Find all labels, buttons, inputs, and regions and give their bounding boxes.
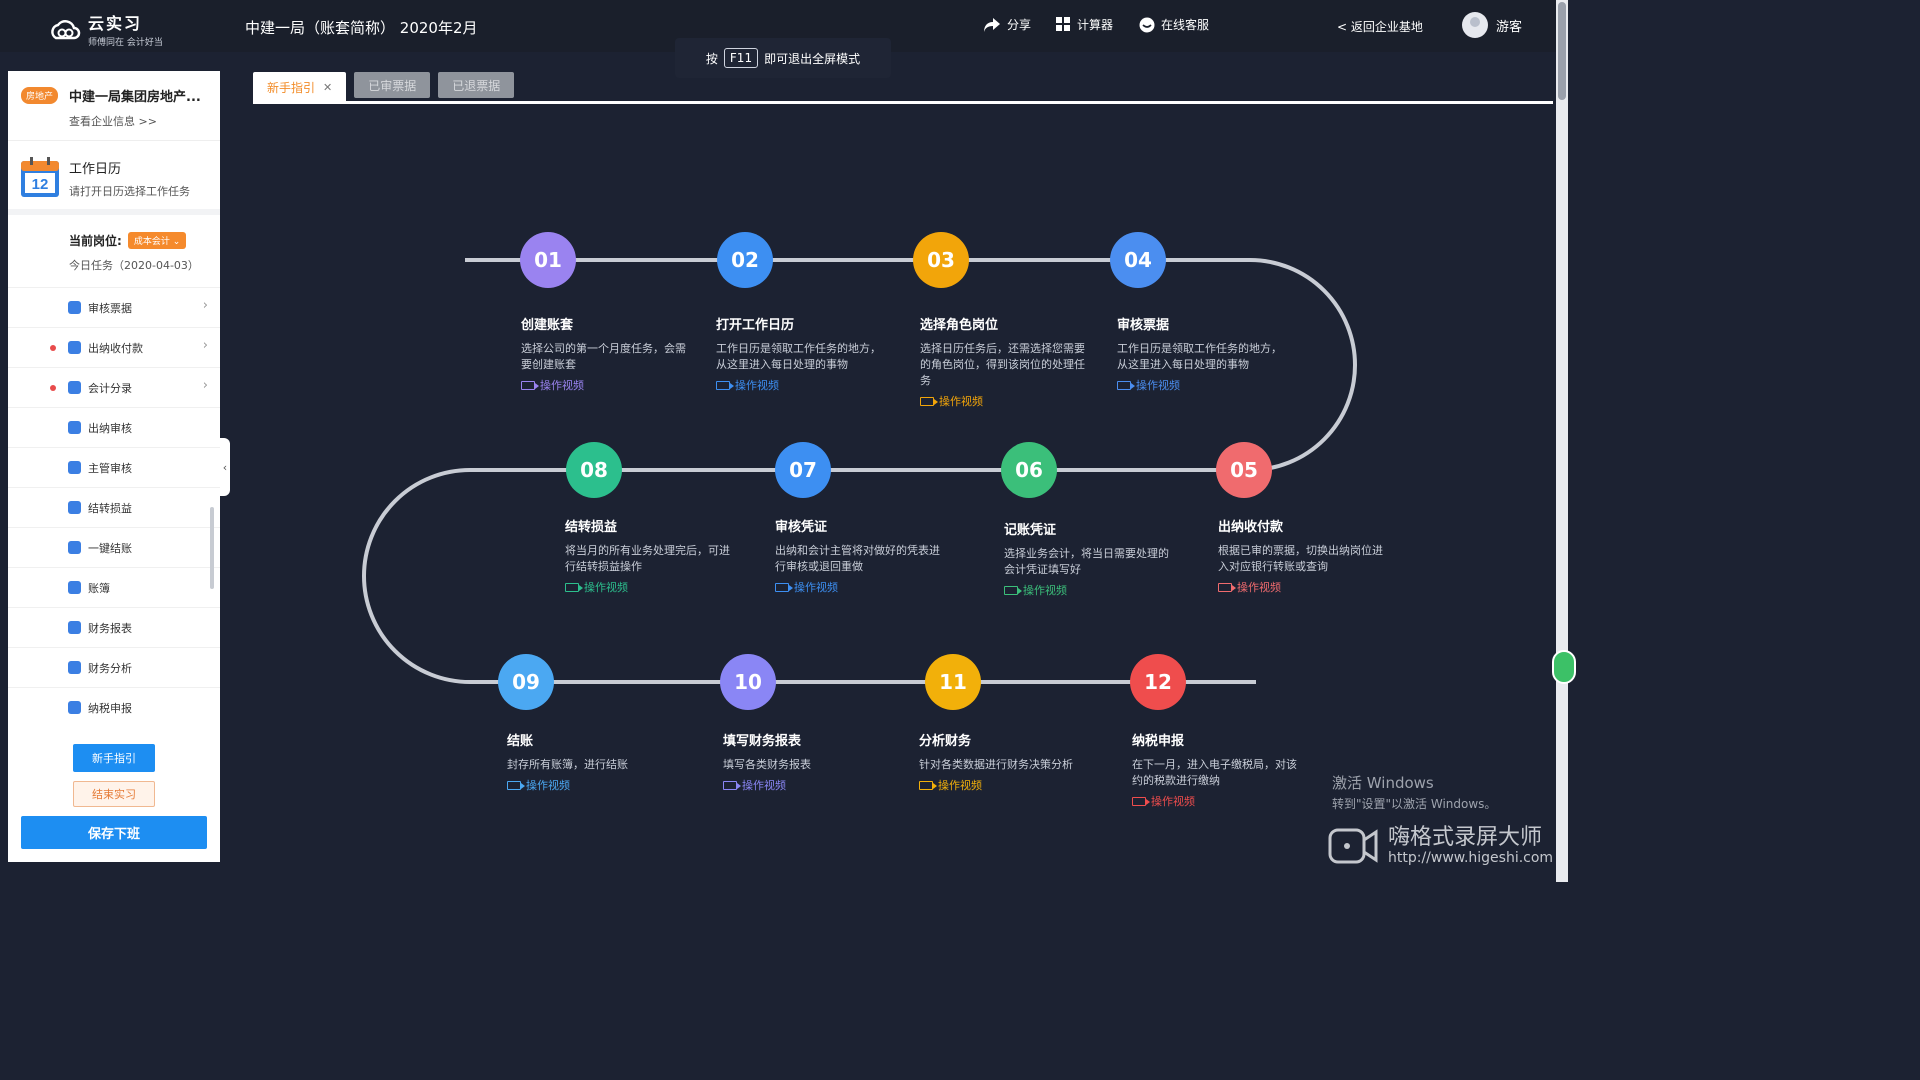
video-icon	[565, 582, 583, 592]
video-link-label: 操作视频	[1237, 581, 1281, 594]
step-card: 创建账套选择公司的第一个月度任务，会需要创建账套操作视频	[521, 314, 696, 393]
video-link[interactable]: 操作视频	[920, 393, 1095, 409]
video-link[interactable]: 操作视频	[1218, 579, 1383, 595]
step-description: 填写各类财务报表	[723, 758, 811, 771]
step-node: 08	[566, 442, 622, 498]
video-link[interactable]: 操作视频	[1132, 793, 1307, 809]
video-link-label: 操作视频	[742, 779, 786, 792]
windows-activation-watermark: 激活 Windows 转到"设置"以激活 Windows。	[1332, 772, 1496, 812]
video-icon	[1117, 380, 1135, 390]
step-title: 审核票据	[1117, 318, 1170, 333]
step-title: 填写财务报表	[723, 734, 802, 749]
step-node: 06	[1001, 442, 1057, 498]
step-description: 针对各类数据进行财务决策分析	[919, 758, 1073, 771]
step-card: 审核凭证出纳和会计主管将对做好的凭表进行审核或退回重做操作视频	[775, 516, 950, 595]
step-node: 11	[925, 654, 981, 710]
step-card: 结转损益将当月的所有业务处理完后，可进行结转损益操作操作视频	[565, 516, 740, 595]
floating-widget[interactable]	[1552, 650, 1576, 684]
step-node: 12	[1130, 654, 1186, 710]
step-title: 创建账套	[521, 318, 574, 333]
step-node: 05	[1216, 442, 1272, 498]
recorder-url: http://www.higeshi.com	[1388, 850, 1554, 866]
video-icon	[521, 380, 539, 390]
video-icon	[716, 380, 734, 390]
video-link[interactable]: 操作视频	[716, 377, 891, 393]
step-description: 选择业务会计，将当日需要处理的会计凭证填写好	[1004, 547, 1169, 576]
step-title: 打开工作日历	[716, 318, 795, 333]
video-icon	[723, 780, 741, 790]
step-description: 工作日历是领取工作任务的地方，从这里进入每日处理的事物	[1117, 342, 1282, 371]
video-link-label: 操作视频	[540, 379, 584, 392]
step-title: 分析财务	[919, 734, 972, 749]
step-description: 封存所有账簿，进行结账	[507, 758, 628, 771]
step-card: 出纳收付款根据已审的票据，切换出纳岗位进入对应银行转账或查询操作视频	[1218, 516, 1383, 595]
video-link[interactable]: 操作视频	[521, 377, 696, 393]
step-card: 结账封存所有账簿，进行结账操作视频	[507, 730, 682, 793]
video-link[interactable]: 操作视频	[1117, 377, 1292, 393]
step-node: 07	[775, 442, 831, 498]
video-link[interactable]: 操作视频	[1004, 582, 1179, 598]
video-icon	[507, 780, 525, 790]
step-title: 结转损益	[565, 520, 618, 535]
video-link[interactable]: 操作视频	[775, 579, 950, 595]
video-link[interactable]: 操作视频	[723, 777, 898, 793]
step-node: 09	[498, 654, 554, 710]
step-card: 记账凭证选择业务会计，将当日需要处理的会计凭证填写好操作视频	[1004, 519, 1179, 598]
step-description: 在下一月，进入电子缴税局，对该约的税款进行缴纳	[1132, 758, 1297, 787]
video-link-label: 操作视频	[794, 581, 838, 594]
video-link-label: 操作视频	[939, 395, 983, 408]
video-link-label: 操作视频	[938, 779, 982, 792]
step-title: 记账凭证	[1004, 523, 1057, 538]
video-link-label: 操作视频	[526, 779, 570, 792]
step-title: 审核凭证	[775, 520, 828, 535]
step-node: 04	[1110, 232, 1166, 288]
step-card: 打开工作日历工作日历是领取工作任务的地方，从这里进入每日处理的事物操作视频	[716, 314, 891, 393]
step-description: 根据已审的票据，切换出纳岗位进入对应银行转账或查询	[1218, 544, 1383, 573]
step-card: 分析财务针对各类数据进行财务决策分析操作视频	[919, 730, 1094, 793]
step-card: 选择角色岗位选择日历任务后，还需选择您需要的角色岗位，得到该岗位的处理任务操作视…	[920, 314, 1095, 409]
video-link[interactable]: 操作视频	[507, 777, 682, 793]
video-link-label: 操作视频	[1151, 795, 1195, 808]
activation-line2: 转到"设置"以激活 Windows。	[1332, 797, 1497, 811]
video-icon	[775, 582, 793, 592]
step-description: 工作日历是领取工作任务的地方，从这里进入每日处理的事物	[716, 342, 881, 371]
step-node: 10	[720, 654, 776, 710]
recorder-brand: 嗨格式录屏大师	[1388, 825, 1543, 850]
step-description: 出纳和会计主管将对做好的凭表进行审核或退回重做	[775, 544, 940, 573]
step-title: 结账	[507, 734, 534, 749]
activation-line1: 激活 Windows	[1332, 774, 1434, 792]
step-title: 选择角色岗位	[920, 318, 999, 333]
step-title: 出纳收付款	[1218, 520, 1284, 535]
video-icon	[920, 396, 938, 406]
step-node: 02	[717, 232, 773, 288]
recorder-watermark: 嗨格式录屏大师 http://www.higeshi.com	[1328, 826, 1553, 866]
step-card: 纳税申报在下一月，进入电子缴税局，对该约的税款进行缴纳操作视频	[1132, 730, 1307, 809]
video-icon	[1218, 582, 1236, 592]
video-link-label: 操作视频	[1023, 584, 1067, 597]
step-node: 01	[520, 232, 576, 288]
step-description: 将当月的所有业务处理完后，可进行结转损益操作	[565, 544, 730, 573]
step-description: 选择公司的第一个月度任务，会需要创建账套	[521, 342, 686, 371]
step-card: 审核票据工作日历是领取工作任务的地方，从这里进入每日处理的事物操作视频	[1117, 314, 1292, 393]
video-icon	[919, 780, 937, 790]
video-link-label: 操作视频	[1136, 379, 1180, 392]
video-link[interactable]: 操作视频	[565, 579, 740, 595]
video-icon	[1132, 796, 1150, 806]
step-card: 填写财务报表 填写各类财务报表 操作视频	[723, 730, 898, 793]
video-link-label: 操作视频	[584, 581, 628, 594]
step-node: 03	[913, 232, 969, 288]
video-link[interactable]: 操作视频	[919, 777, 1094, 793]
video-icon	[1004, 585, 1022, 595]
video-link-label: 操作视频	[735, 379, 779, 392]
camera-icon	[1328, 828, 1378, 864]
step-title: 纳税申报	[1132, 734, 1185, 749]
step-description: 选择日历任务后，还需选择您需要的角色岗位，得到该岗位的处理任务	[920, 342, 1085, 387]
